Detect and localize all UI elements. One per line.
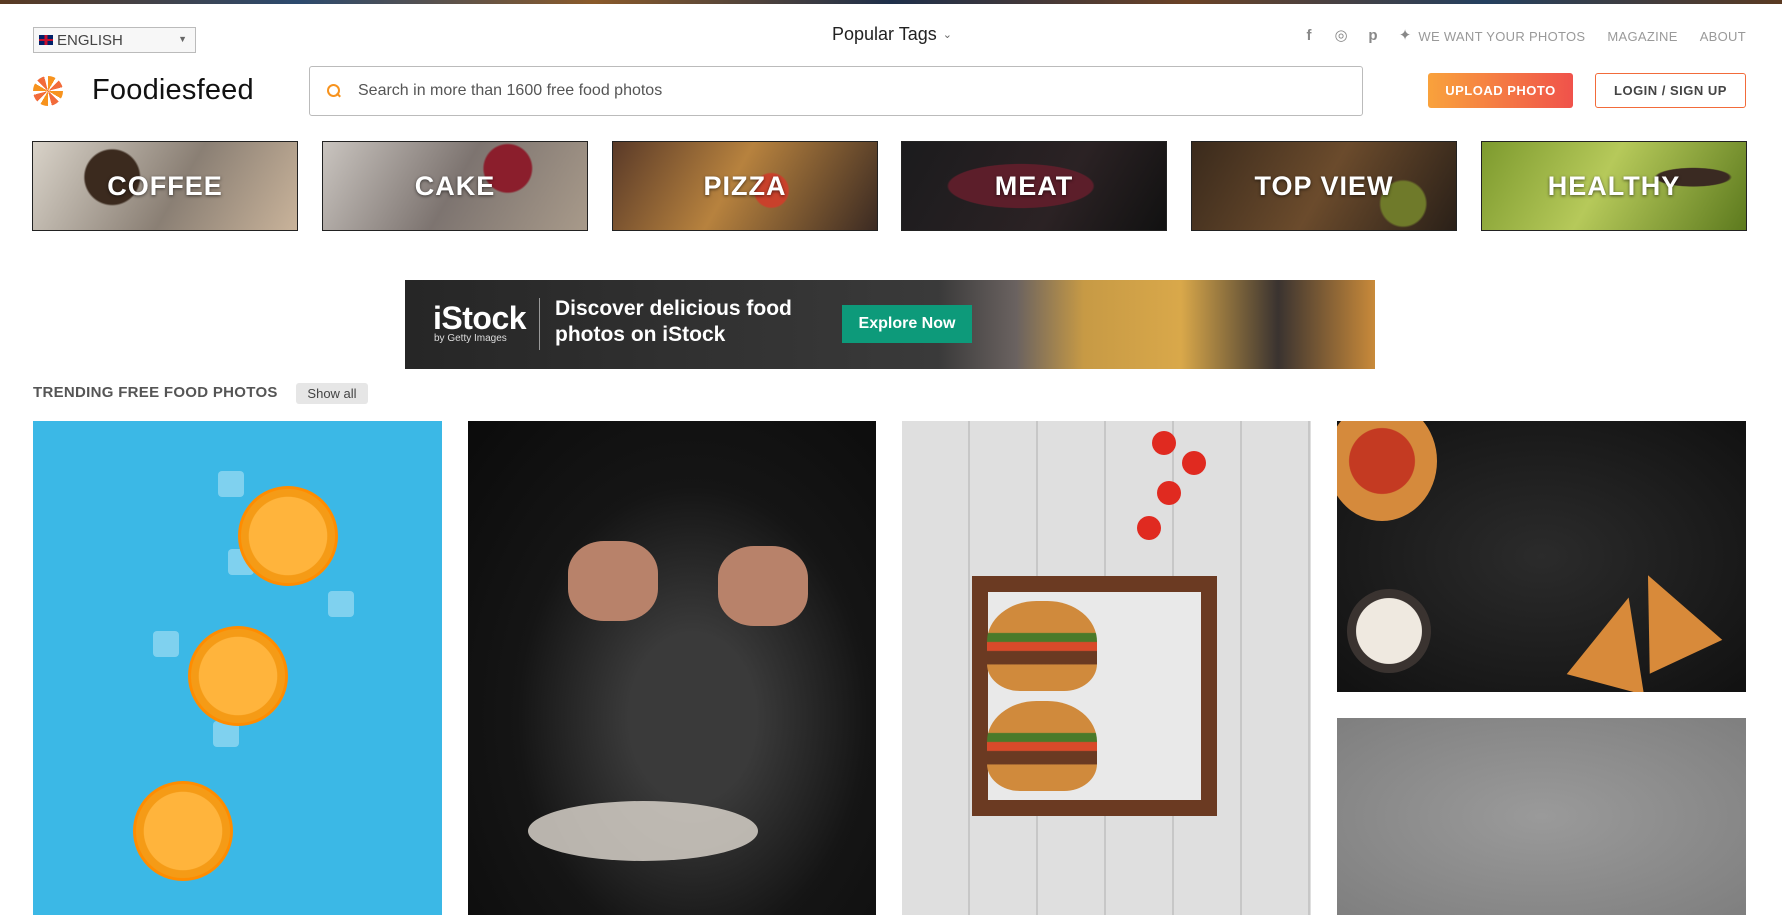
pizza-slice xyxy=(1566,587,1668,692)
burger xyxy=(987,601,1097,691)
tomato xyxy=(1152,431,1176,455)
show-all-button[interactable]: Show all xyxy=(296,383,368,404)
burger xyxy=(987,701,1097,791)
magazine-link[interactable]: MAGAZINE xyxy=(1607,29,1677,44)
language-label: ENGLISH xyxy=(57,31,123,49)
chevron-down-icon: ⌄ xyxy=(942,29,952,41)
photo-flour-hands[interactable] xyxy=(468,421,876,915)
top-nav: WE WANT YOUR PHOTOS MAGAZINE ABOUT xyxy=(1418,29,1746,44)
photo-grey-stone[interactable] xyxy=(1337,718,1746,915)
photo-oranges[interactable] xyxy=(33,421,442,915)
banner-headline: Discover delicious food photos on iStock xyxy=(555,297,792,346)
category-label: TOP VIEW xyxy=(1254,170,1394,201)
getty-images-label: by Getty Images xyxy=(434,333,507,344)
istock-logo: iStock xyxy=(433,300,527,336)
category-label: PIZZA xyxy=(703,170,787,201)
ice-cube xyxy=(153,631,179,657)
ice-cube xyxy=(218,471,244,497)
logo-icon[interactable] xyxy=(33,76,63,106)
about-link[interactable]: ABOUT xyxy=(1700,29,1746,44)
istock-ad-banner[interactable]: iStock by Getty Images Discover deliciou… xyxy=(405,280,1375,369)
photo-pizza-dark[interactable] xyxy=(1337,421,1746,692)
banner-divider xyxy=(539,298,540,350)
bowl xyxy=(1347,589,1431,673)
uk-flag-icon xyxy=(39,35,53,45)
orange-slice xyxy=(188,626,288,726)
category-meat[interactable]: MEAT xyxy=(901,141,1167,231)
category-healthy[interactable]: HEALTHY xyxy=(1481,141,1747,231)
orange-slice xyxy=(133,781,233,881)
trending-title: TRENDING FREE FOOD PHOTOS xyxy=(33,384,278,401)
we-want-your-photos-link[interactable]: WE WANT YOUR PHOTOS xyxy=(1418,29,1585,44)
popular-tags-label: Popular Tags xyxy=(832,24,937,44)
ice-cube xyxy=(328,591,354,617)
explore-now-button[interactable]: Explore Now xyxy=(842,305,972,343)
tomato xyxy=(1182,451,1206,475)
category-label: MEAT xyxy=(994,170,1074,201)
category-label: CAKE xyxy=(414,170,496,201)
hand xyxy=(718,546,808,626)
photo-burger-tray[interactable] xyxy=(902,421,1311,915)
social-links: f ◎ p ✦ xyxy=(1300,26,1414,45)
pizza xyxy=(1337,421,1437,521)
search-input[interactable] xyxy=(358,82,1318,100)
category-pizza[interactable]: PIZZA xyxy=(612,141,878,231)
language-select[interactable]: ENGLISH ▼ xyxy=(33,27,196,53)
popular-tags-dropdown[interactable]: Popular Tags ⌄ xyxy=(832,24,952,45)
category-cake[interactable]: CAKE xyxy=(322,141,588,231)
tomato xyxy=(1137,516,1161,540)
twitter-icon[interactable]: ✦ xyxy=(1396,26,1414,44)
top-image-strip xyxy=(0,0,1782,4)
instagram-icon[interactable]: ◎ xyxy=(1332,26,1350,44)
search-icon xyxy=(326,83,342,99)
orange-slice xyxy=(238,486,338,586)
hand xyxy=(568,541,658,621)
category-coffee[interactable]: COFFEE xyxy=(32,141,298,231)
category-label: HEALTHY xyxy=(1547,170,1681,201)
pinterest-icon[interactable]: p xyxy=(1364,27,1382,44)
category-top-view[interactable]: TOP VIEW xyxy=(1191,141,1457,231)
chevron-down-icon: ▼ xyxy=(178,34,187,44)
brand-name[interactable]: Foodiesfeed xyxy=(92,74,254,107)
facebook-icon[interactable]: f xyxy=(1300,27,1318,44)
category-label: COFFEE xyxy=(107,170,223,201)
search-bar[interactable] xyxy=(309,66,1363,116)
flour-pile xyxy=(528,801,758,861)
tomato xyxy=(1157,481,1181,505)
upload-photo-button[interactable]: UPLOAD PHOTO xyxy=(1428,73,1573,108)
login-signup-button[interactable]: LOGIN / SIGN UP xyxy=(1595,73,1746,108)
